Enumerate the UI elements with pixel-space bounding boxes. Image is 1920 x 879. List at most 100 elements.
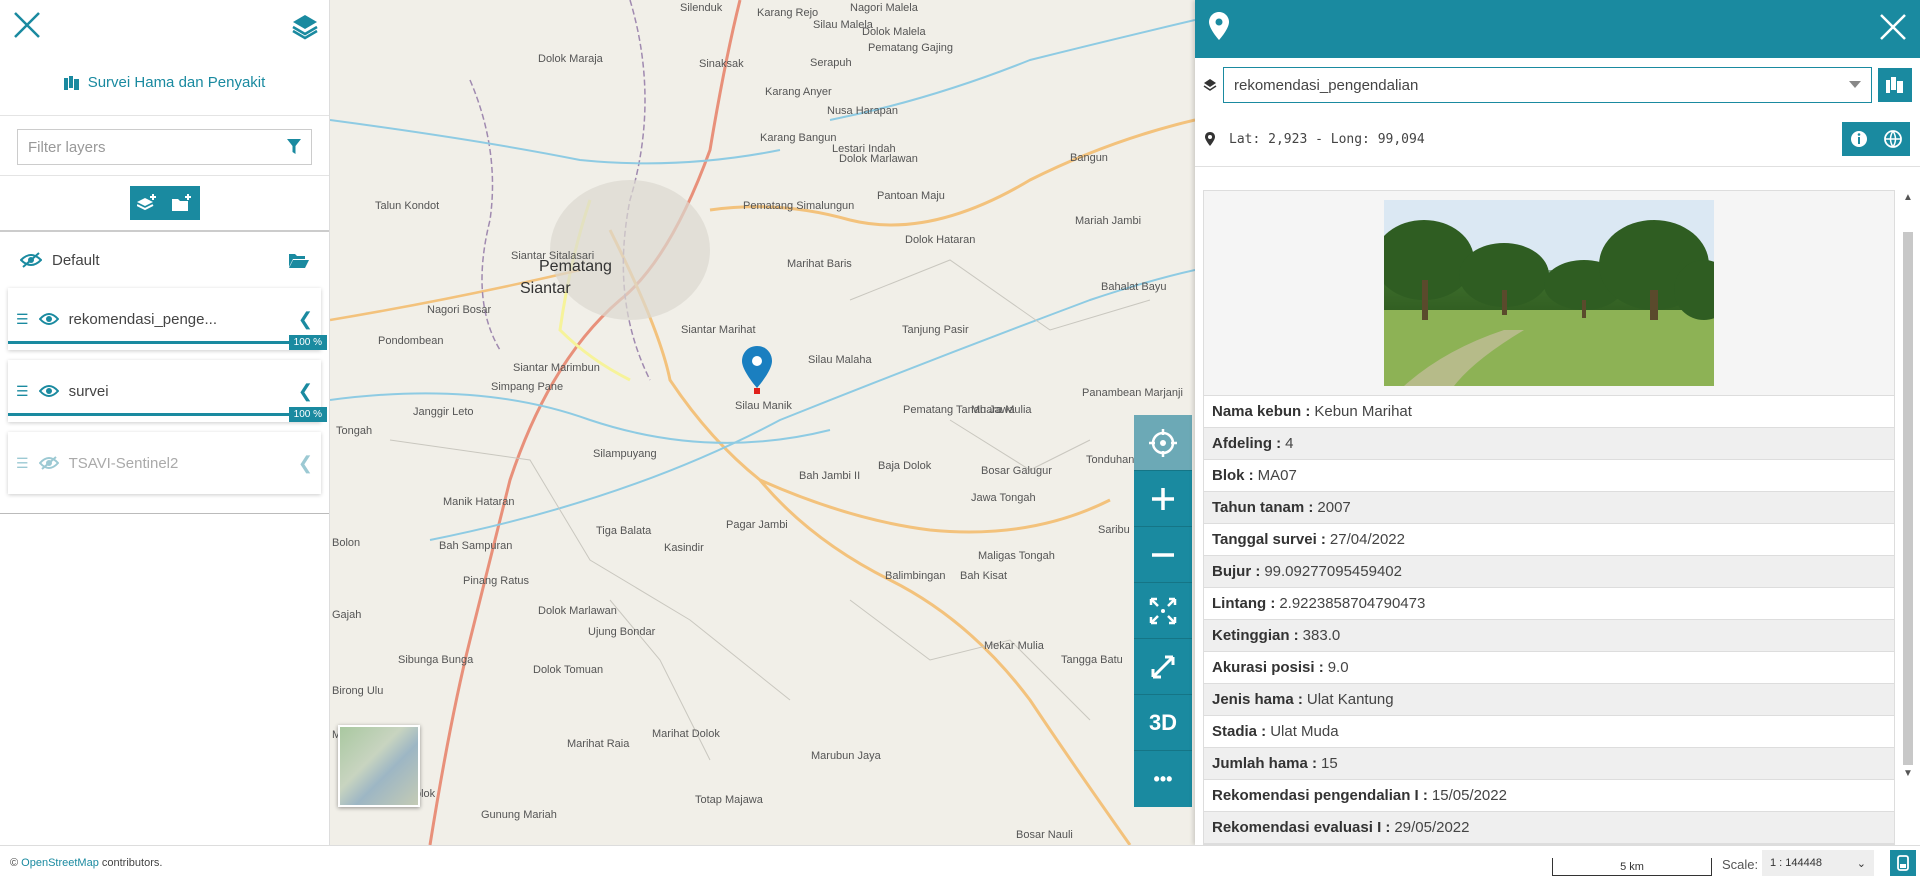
layer-item[interactable]: ☰ rekomendasi_penge... ❮ 100 %: [8, 288, 327, 350]
attribute-row: Blok : MA07: [1204, 460, 1894, 492]
caret-down-icon[interactable]: [1849, 81, 1861, 89]
map-place-label: Dolok Tomuan: [533, 664, 604, 676]
feature-photo[interactable]: [1384, 200, 1714, 386]
map-place-label: Bah Sampuran: [439, 540, 513, 552]
scrollbar[interactable]: ▲ ▼: [1900, 190, 1916, 837]
attribute-row: Rekomendasi evaluasi I :29/05/2022: [1204, 812, 1894, 844]
attribute-row: Tahun tanam :2007: [1204, 492, 1894, 524]
filter-placeholder[interactable]: Filter layers: [28, 139, 106, 156]
layer-panel: Survei Hama dan Penyakit Filter layers D…: [0, 0, 330, 845]
footer-toggle-button[interactable]: [1890, 850, 1916, 876]
scale-value: 1 : 144448: [1770, 857, 1822, 869]
drag-handle-icon[interactable]: ☰: [16, 455, 29, 472]
attribute-value: 15/05/2022: [1431, 787, 1507, 804]
osm-link[interactable]: OpenStreetMap: [21, 857, 99, 869]
layer-name: rekomendasi_penge...: [68, 310, 217, 328]
add-folder-icon: [172, 194, 191, 211]
zoom-in-button[interactable]: [1134, 471, 1192, 527]
scrollbar-thumb[interactable]: [1903, 232, 1913, 765]
scroll-down-icon[interactable]: ▼: [1903, 768, 1913, 779]
map-place-label: Siantar Marimbun: [513, 362, 600, 374]
map-place-label: Pinang Ratus: [463, 575, 530, 587]
map-marker-icon: [1209, 12, 1229, 40]
drag-handle-icon[interactable]: ☰: [16, 383, 29, 400]
layer-item[interactable]: ☰ TSAVI-Sentinel2 ❮: [8, 432, 321, 494]
fullscreen-button[interactable]: [1134, 639, 1192, 695]
map-place-label: Marubun Jaya: [811, 750, 881, 762]
filter-icon[interactable]: [287, 139, 301, 155]
opacity-slider[interactable]: [8, 413, 321, 416]
eye-slash-icon[interactable]: [38, 456, 59, 470]
map-place-label: Dolok Marlawan: [538, 605, 617, 617]
close-icon[interactable]: [12, 10, 42, 40]
opacity-badge: 100 %: [288, 407, 327, 422]
scroll-up-icon[interactable]: ▲: [1903, 192, 1913, 203]
location-pin-icon[interactable]: [742, 346, 772, 396]
3d-button[interactable]: 3D: [1134, 695, 1192, 751]
eye-icon[interactable]: [38, 312, 59, 326]
map-place-label: Silau Manik: [735, 400, 792, 412]
map-marker-icon: [1205, 132, 1215, 146]
attribute-value: 15: [1321, 755, 1338, 772]
attribute-label: Stadia :: [1212, 723, 1267, 740]
attribute-table: Nama kebun : Kebun Marihat Afdeling :4 Blok…: [1204, 396, 1894, 844]
filter-input[interactable]: Filter layers: [17, 129, 312, 165]
opacity-slider[interactable]: [8, 341, 321, 344]
overview-minimap[interactable]: [338, 725, 420, 807]
locate-button[interactable]: [1134, 415, 1192, 471]
layer-group-default[interactable]: Default: [0, 232, 329, 288]
zoom-to-extent-button[interactable]: [1134, 583, 1192, 639]
map-view[interactable]: Silenduk Karang Rejo Silau Malela Nagori Ma…: [330, 0, 1195, 845]
map-place-label: Dolok Marlawan: [839, 153, 918, 165]
attribute-value: 9.0: [1327, 659, 1349, 676]
add-layer-button[interactable]: [130, 186, 165, 220]
attribute-value: Ulat Kantung: [1306, 691, 1394, 708]
layers-icon: [1203, 79, 1217, 91]
attribute-label: Jenis hama :: [1212, 691, 1303, 708]
close-icon[interactable]: [1878, 12, 1908, 42]
map-book-button[interactable]: [1878, 68, 1912, 102]
scale-label: Scale:: [1722, 857, 1759, 872]
layer-item[interactable]: ☰ survei ❮ 100 %: [8, 360, 327, 422]
attribute-row: Ketinggian :383.0: [1204, 620, 1894, 652]
info-button[interactable]: [1842, 122, 1876, 156]
map-place-label: Saribu: [1098, 524, 1130, 536]
map-place-label: Bah Kisat: [960, 570, 1008, 582]
expand-arrows-icon: [1149, 597, 1177, 624]
attribute-label: Tahun tanam :: [1212, 499, 1314, 516]
more-button[interactable]: •••: [1134, 751, 1192, 807]
attribute-value: 2007: [1317, 499, 1351, 516]
zoom-out-button[interactable]: [1134, 527, 1192, 583]
add-button-group: [129, 186, 200, 220]
chevron-left-icon[interactable]: ❮: [298, 309, 313, 330]
map-place-label: Bosar Nauli: [1016, 829, 1073, 841]
map-place-label: Bah Jambi II: [799, 470, 861, 482]
add-group-button[interactable]: [165, 186, 200, 220]
globe-button[interactable]: [1876, 122, 1910, 156]
map-place-label: Bolon: [332, 537, 361, 549]
map-place-label: Dolok Hataran: [905, 234, 976, 246]
layer-dropdown[interactable]: rekomendasi_pengendalian: [1223, 67, 1872, 103]
map-place-label: Mariah Jambi: [1075, 215, 1142, 227]
drag-handle-icon[interactable]: ☰: [16, 311, 29, 328]
attribute-row: Lintang :2.9223858704790473: [1204, 588, 1894, 620]
attribute-row: Afdeling :4: [1204, 428, 1894, 460]
identify-panel: rekomendasi_pengendalian Lat: 2,923 - Lo…: [1195, 0, 1920, 845]
eye-icon[interactable]: [38, 384, 59, 398]
map-place-label: Karang Rejo: [757, 7, 819, 19]
scale-dropdown[interactable]: 1 : 144448 ⌄: [1762, 850, 1874, 876]
chevron-down-icon[interactable]: ⌄: [1857, 857, 1866, 870]
divider: [0, 513, 329, 514]
copyright-symbol: ©: [10, 856, 19, 869]
attribute-row: Jumlah hama :15: [1204, 748, 1894, 780]
folder-open-icon[interactable]: [289, 252, 309, 268]
panel-title: Survei Hama dan Penyakit: [0, 50, 329, 116]
map-place-label: Nagori Bosar: [427, 304, 492, 316]
layers-icon[interactable]: [291, 12, 319, 40]
eye-slash-icon[interactable]: [20, 252, 42, 268]
minus-icon: [1152, 552, 1174, 557]
attribute-value: 2.9223858704790473: [1279, 595, 1426, 612]
map-place-label: Gunung Mariah: [481, 809, 557, 821]
chevron-left-icon[interactable]: ❮: [298, 453, 313, 474]
chevron-left-icon[interactable]: ❮: [298, 381, 313, 402]
